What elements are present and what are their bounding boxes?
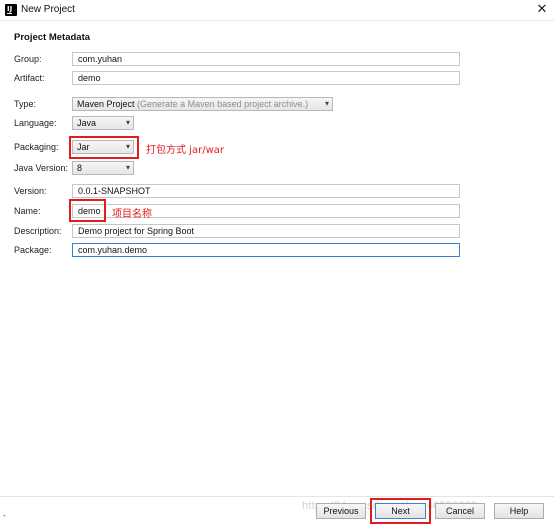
description-label: Description: — [14, 226, 62, 236]
language-label: Language: — [14, 118, 57, 128]
cancel-button[interactable]: Cancel — [435, 503, 485, 519]
package-input[interactable]: com.yuhan.demo — [72, 243, 460, 257]
intellij-idea-icon: IJ — [5, 4, 17, 16]
artifact-label: Artifact: — [14, 73, 45, 83]
title-bar: IJ New Project ✕ — [0, 0, 554, 21]
package-label: Package: — [14, 245, 52, 255]
group-label: Group: — [14, 54, 42, 64]
chevron-down-icon: ▾ — [125, 118, 130, 127]
footer-divider — [0, 496, 554, 497]
description-input[interactable]: Demo project for Spring Boot — [72, 224, 460, 238]
corner-mark: - — [3, 511, 6, 520]
group-input[interactable]: com.yuhan — [72, 52, 460, 66]
version-label: Version: — [14, 186, 47, 196]
chevron-down-icon: ▾ — [324, 99, 329, 108]
java-version-label: Java Version: — [14, 163, 69, 173]
name-label: Name: — [14, 206, 41, 216]
language-select-value: Java — [77, 118, 97, 128]
type-select-value: Maven Project — [77, 99, 135, 109]
java-version-select-value: 8 — [77, 163, 83, 173]
name-highlight-box — [69, 199, 106, 222]
java-version-select[interactable]: 8 ▾ — [72, 161, 134, 175]
next-highlight-box — [370, 498, 431, 524]
chevron-down-icon: ▾ — [125, 163, 130, 172]
packaging-annotation: 打包方式 jar/war — [146, 145, 224, 156]
type-select-hint: (Generate a Maven based project archive.… — [137, 99, 309, 109]
language-select[interactable]: Java ▾ — [72, 116, 134, 130]
section-title: Project Metadata — [14, 32, 91, 43]
window-title: New Project — [21, 4, 75, 15]
packaging-highlight-box — [69, 136, 139, 159]
type-label: Type: — [14, 99, 37, 109]
previous-button[interactable]: Previous — [316, 503, 366, 519]
artifact-input[interactable]: demo — [72, 71, 460, 85]
version-input[interactable]: 0.0.1-SNAPSHOT — [72, 184, 460, 198]
help-button[interactable]: Help — [494, 503, 544, 519]
packaging-label: Packaging: — [14, 142, 59, 152]
type-select[interactable]: Maven Project (Generate a Maven based pr… — [72, 97, 333, 111]
close-icon[interactable]: ✕ — [533, 1, 551, 19]
name-annotation: 项目名称 — [112, 209, 152, 220]
